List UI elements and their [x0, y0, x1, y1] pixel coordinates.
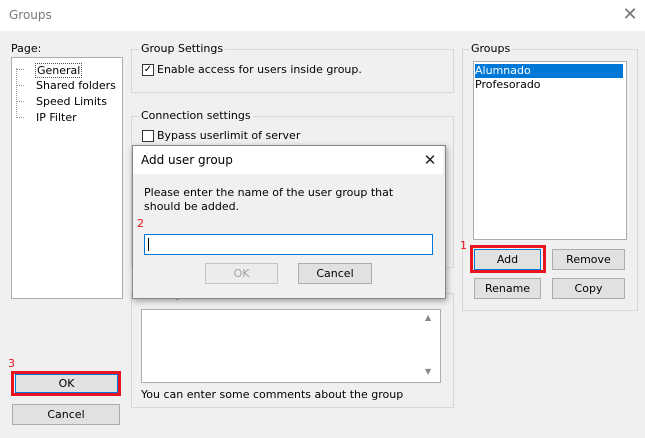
- cancel-button[interactable]: Cancel: [12, 404, 120, 425]
- dialog-close-icon[interactable]: ✕: [420, 150, 440, 170]
- tree-item-shared-folders[interactable]: Shared folders: [36, 79, 116, 92]
- group-settings-legend: Group Settings: [139, 42, 226, 55]
- title-bar: [0, 0, 645, 31]
- annotation-highlight: [470, 245, 546, 273]
- dialog-cancel-button[interactable]: Cancel: [298, 263, 372, 284]
- annotation-3: 3: [8, 357, 15, 370]
- copy-button[interactable]: Copy: [552, 278, 625, 299]
- remove-button[interactable]: Remove: [552, 249, 625, 270]
- tree-connector: [17, 69, 24, 70]
- group-item-alumnado[interactable]: Alumnado: [475, 64, 623, 78]
- group-item-profesorado[interactable]: Profesorado: [475, 78, 623, 92]
- description-help-text: You can enter some comments about the gr…: [141, 388, 404, 401]
- text-caret: [148, 238, 149, 251]
- tree-connector: [17, 117, 24, 118]
- group-name-input[interactable]: [144, 234, 433, 255]
- dialog-title: Add user group: [141, 153, 233, 167]
- tree-item-speed-limits[interactable]: Speed Limits: [36, 95, 107, 108]
- bypass-userlimit-label[interactable]: Bypass userlimit of server: [157, 129, 300, 142]
- annotation-2: 2: [137, 217, 144, 230]
- dialog-message: Please enter the name of the user group …: [144, 186, 394, 213]
- groups-legend: Groups: [469, 42, 513, 55]
- tree-connector: [17, 85, 24, 86]
- page-label: Page:: [11, 42, 42, 55]
- tree-connector: [17, 101, 24, 102]
- tree-item-ip-filter[interactable]: IP Filter: [36, 111, 77, 124]
- bypass-userlimit-checkbox[interactable]: [142, 130, 154, 142]
- tree-item-general[interactable]: General: [35, 63, 83, 78]
- dialog-ok-button[interactable]: OK: [205, 263, 278, 284]
- connection-settings-legend: Connection settings: [139, 109, 253, 122]
- close-icon[interactable]: ✕: [618, 4, 642, 26]
- enable-access-label[interactable]: Enable access for users inside group.: [157, 63, 362, 76]
- scroll-up-icon[interactable]: ▲: [425, 313, 431, 322]
- page-tree[interactable]: [11, 57, 123, 299]
- tree-connector: [16, 68, 17, 118]
- annotation-highlight: [11, 371, 121, 396]
- rename-button[interactable]: Rename: [474, 278, 541, 299]
- scroll-down-icon[interactable]: ▼: [425, 367, 431, 376]
- description-textarea[interactable]: [141, 309, 441, 383]
- annotation-1: 1: [460, 239, 467, 252]
- enable-access-checkbox[interactable]: ✓: [142, 64, 154, 76]
- window-title: Groups: [9, 8, 52, 22]
